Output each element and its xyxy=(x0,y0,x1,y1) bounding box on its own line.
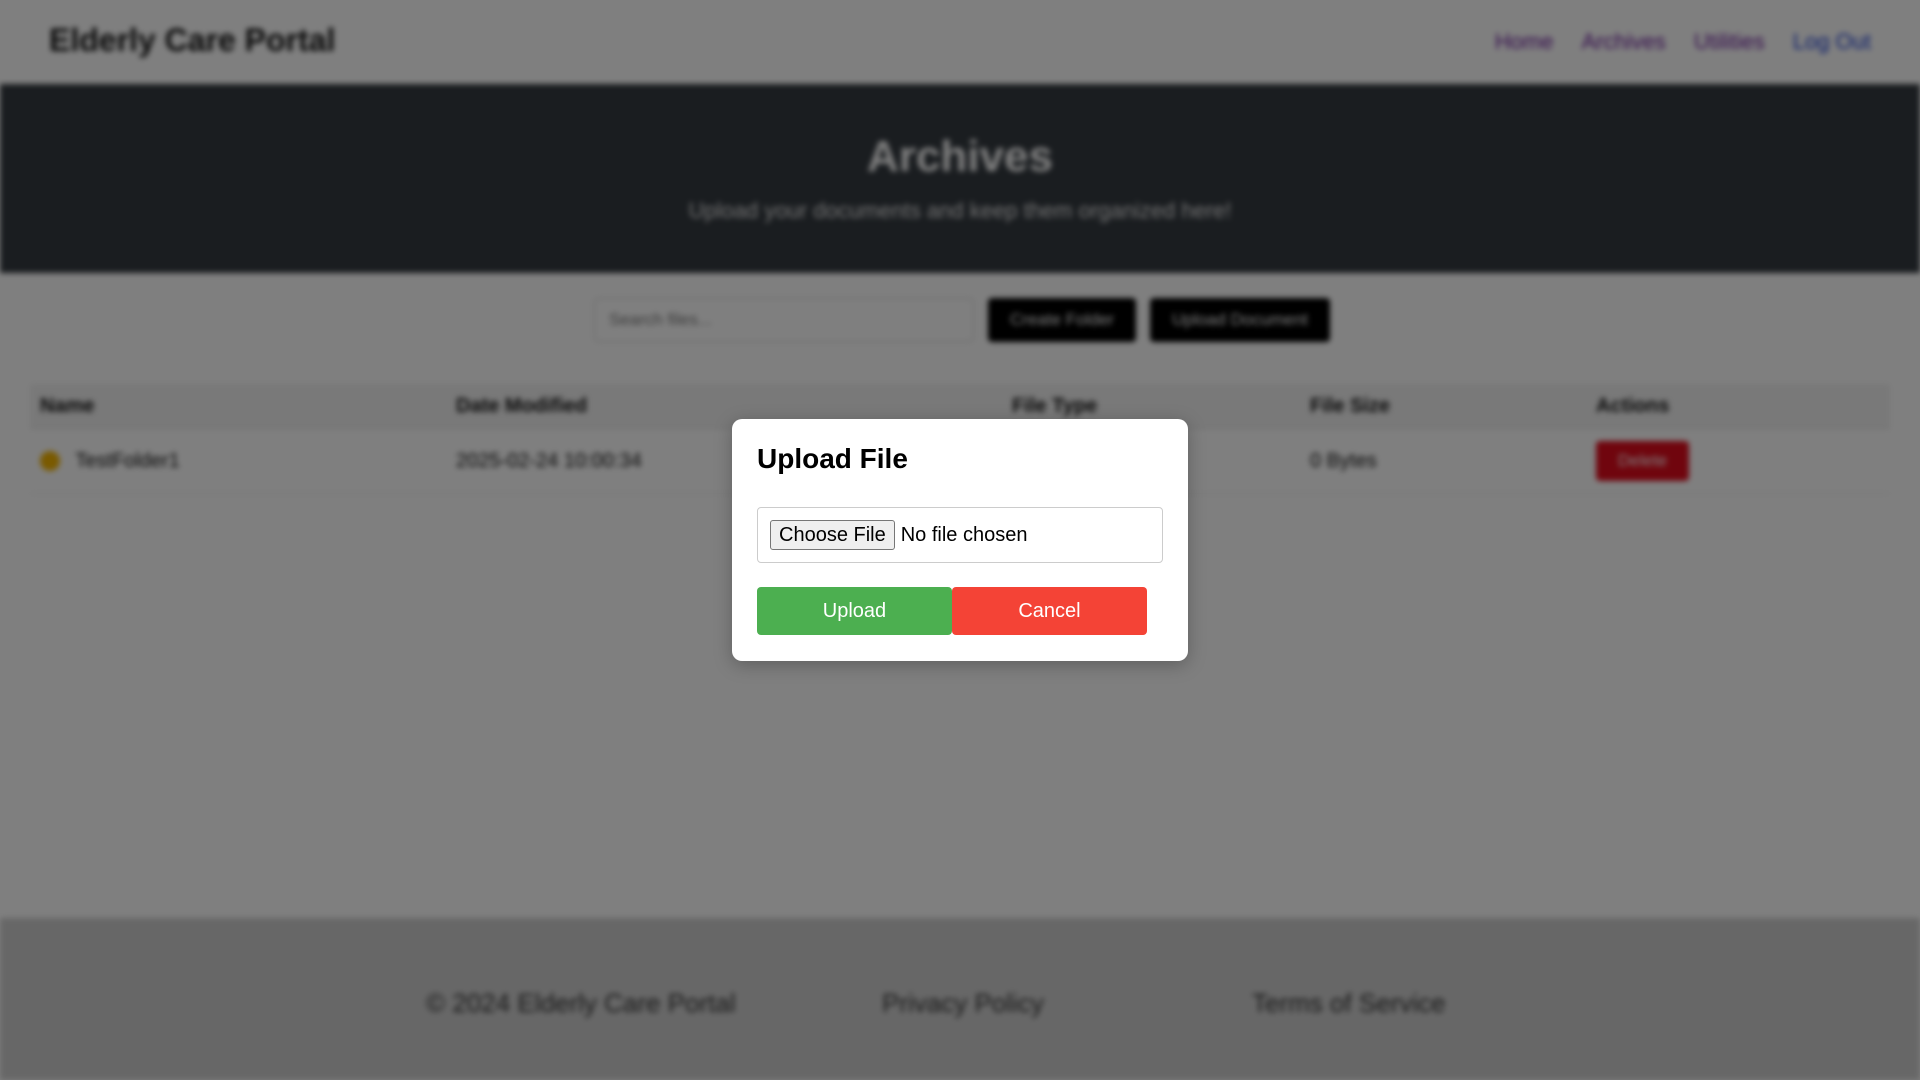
choose-file-button[interactable]: Choose File xyxy=(770,520,895,550)
dialog-title: Upload File xyxy=(757,443,908,474)
cancel-button[interactable]: Cancel xyxy=(952,587,1147,635)
upload-file-dialog: Upload File Choose File No file chosen U… xyxy=(732,419,1188,661)
file-input[interactable]: Choose File No file chosen xyxy=(757,507,1163,563)
upload-button[interactable]: Upload xyxy=(757,587,952,635)
file-status-text: No file chosen xyxy=(900,523,1028,546)
